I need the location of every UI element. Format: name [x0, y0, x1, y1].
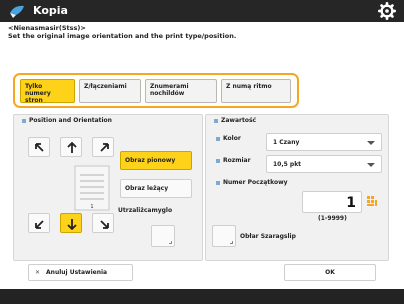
chevron-down-icon [367, 141, 375, 145]
corner-indicator-icon [169, 241, 172, 244]
cancel-settings-button[interactable]: ✕ Anuluj Ustawienia [28, 264, 133, 281]
content-settings-panel: Zawartość Kolor 1 Czany Rozmiar 10,5 pkt… [205, 114, 389, 261]
position-bottom-center[interactable] [60, 213, 82, 233]
arrow-down-icon [67, 219, 77, 230]
size-field-label: Rozmiar [216, 157, 251, 164]
page-preview-icon: 1 [74, 165, 110, 211]
start-number-field[interactable]: 1 [302, 191, 362, 213]
size-dropdown[interactable]: 10,5 pkt [266, 155, 382, 173]
checkbox-label: Utrzaliżcamyglo [118, 207, 173, 214]
instruction-text: <Nienasmasir(Stss)> Set the original ima… [8, 24, 236, 40]
page-number-label: 1 [90, 204, 93, 210]
second-checkbox[interactable] [212, 225, 236, 247]
range-hint: (1-9999) [318, 215, 347, 222]
color-field-label: Kolor [216, 135, 241, 142]
bullet-icon [216, 158, 220, 163]
position-panel: Position and Orientation 1 Obraz pionowy… [13, 114, 203, 261]
arrow-up-right-icon [100, 143, 109, 152]
position-panel-title-text: Position and Orientation [29, 117, 112, 124]
tab-with-joined[interactable]: Z/łączeniami [79, 79, 141, 103]
settings-panel-title-text: Zawartość [221, 117, 257, 124]
bullet-icon [214, 118, 218, 123]
settings-panel-title: Zawartość [214, 117, 256, 124]
close-icon: ✕ [35, 269, 41, 276]
color-dropdown[interactable]: 1 Czany [266, 133, 382, 151]
arrow-down-left-icon [35, 220, 44, 229]
corner-indicator-icon [230, 241, 233, 244]
title-bar: Kopia [0, 0, 404, 22]
tab-page-numbers-only[interactable]: Tylko numery stron [20, 79, 75, 104]
size-label-text: Rozmiar [223, 157, 251, 164]
color-value: 1 Czany [273, 139, 300, 146]
bullet-icon [216, 136, 220, 141]
option-checkbox[interactable] [151, 225, 175, 247]
keypad-icon[interactable] [366, 195, 378, 207]
ok-button[interactable]: OK [284, 264, 376, 281]
position-bottom-right[interactable] [92, 213, 114, 233]
instruction-line-2: Set the original image orientation and t… [8, 32, 237, 40]
ok-label: OK [325, 269, 335, 276]
color-label-text: Kolor [223, 135, 241, 142]
arrow-down-right-icon [100, 220, 109, 229]
position-panel-title: Position and Orientation [22, 117, 112, 124]
type-tabs: Tylko numery stron Z/łączeniami Znumeram… [13, 73, 299, 108]
landscape-option[interactable]: Obraz leżący [120, 179, 192, 198]
second-checkbox-label: Obłar Szaragslip [240, 233, 296, 240]
start-number-label-text: Numer Początkowy [223, 179, 288, 186]
bullet-icon [22, 118, 26, 123]
gear-icon[interactable] [378, 2, 396, 20]
arrow-up-icon [67, 142, 77, 153]
cancel-label: Anuluj Ustawienia [46, 269, 108, 276]
bullet-icon [216, 180, 220, 185]
position-top-center[interactable] [60, 137, 82, 157]
tab-with-chapter-numbers[interactable]: Znumerami nochildów [145, 79, 217, 103]
status-bar [0, 289, 404, 304]
position-bottom-left[interactable] [28, 213, 50, 233]
portrait-option[interactable]: Obraz pionowy [120, 151, 192, 170]
instruction-line-1: <Nienasmasir(Stss)> [8, 24, 86, 32]
size-value: 10,5 pkt [273, 161, 302, 168]
position-top-left[interactable] [28, 137, 50, 157]
arrow-up-left-icon [35, 143, 44, 152]
chevron-down-icon [367, 163, 375, 167]
position-top-right[interactable] [92, 137, 114, 157]
tab-with-other[interactable]: Z numą ritmo [221, 79, 291, 103]
copy-app-icon [10, 5, 24, 18]
app-title: Kopia [33, 4, 68, 17]
start-number-label: Numer Początkowy [216, 179, 288, 186]
